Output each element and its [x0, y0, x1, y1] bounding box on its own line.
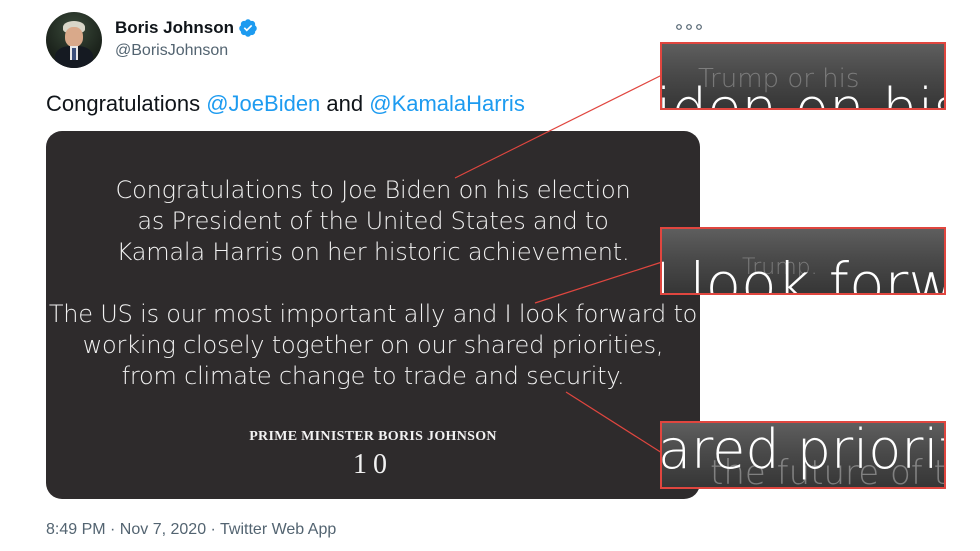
statement-image[interactable]: Congratulations to Joe Biden on his elec…: [46, 131, 700, 499]
tweet-meta: 8:49 PM · Nov 7, 2020 · Twitter Web App: [46, 520, 336, 540]
mention-joebiden[interactable]: @JoeBiden: [206, 91, 320, 116]
statement-text: Congratulations to Joe Biden on his elec…: [46, 175, 700, 392]
verified-badge-icon: [239, 19, 257, 37]
statement-signature: PRIME MINISTER BORIS JOHNSON: [249, 429, 497, 444]
zoom-callout: Trump or his iden on his: [660, 42, 946, 110]
zoom-callout: Trump. I look forw: [660, 227, 946, 295]
zoom-faint-text: the future of this: [710, 453, 946, 489]
statement-line: as President of the United States and to: [137, 207, 609, 235]
timestamp[interactable]: 8:49 PM · Nov 7, 2020: [46, 521, 206, 538]
statement-line: The US is our most important ally and I …: [48, 300, 698, 328]
more-options-icon[interactable]: [674, 22, 704, 32]
mention-kamalaharris[interactable]: @KamalaHarris: [369, 91, 525, 116]
author-name-text[interactable]: Boris Johnson: [115, 18, 234, 38]
statement-line: Kamala Harris on her historic achievemen…: [116, 238, 630, 266]
tweet-text-prefix: Congratulations: [46, 91, 207, 116]
statement-line: working closely together on our shared p…: [82, 331, 664, 359]
statement-line: Congratulations to Joe Biden on his elec…: [115, 176, 631, 204]
number-10-logo: 10: [353, 449, 393, 480]
author-handle[interactable]: @BorisJohnson: [115, 41, 228, 61]
zoom-big-text: iden on his: [660, 77, 946, 110]
tweet-source[interactable]: Twitter Web App: [220, 521, 336, 538]
avatar-tie: [72, 48, 76, 60]
tweet-text-middle: and: [320, 91, 370, 116]
avatar-face: [65, 27, 83, 47]
zoom-callout: ared priorit the future of this: [660, 421, 946, 489]
tweet-text: Congratulations @JoeBiden and @KamalaHar…: [46, 90, 525, 118]
avatar[interactable]: [46, 12, 102, 68]
author-name[interactable]: Boris Johnson: [115, 18, 258, 38]
zoom-big-text: I look forw: [660, 250, 946, 295]
statement-line: from climate change to trade and securit…: [121, 362, 625, 390]
meta-separator: ·: [206, 521, 221, 538]
